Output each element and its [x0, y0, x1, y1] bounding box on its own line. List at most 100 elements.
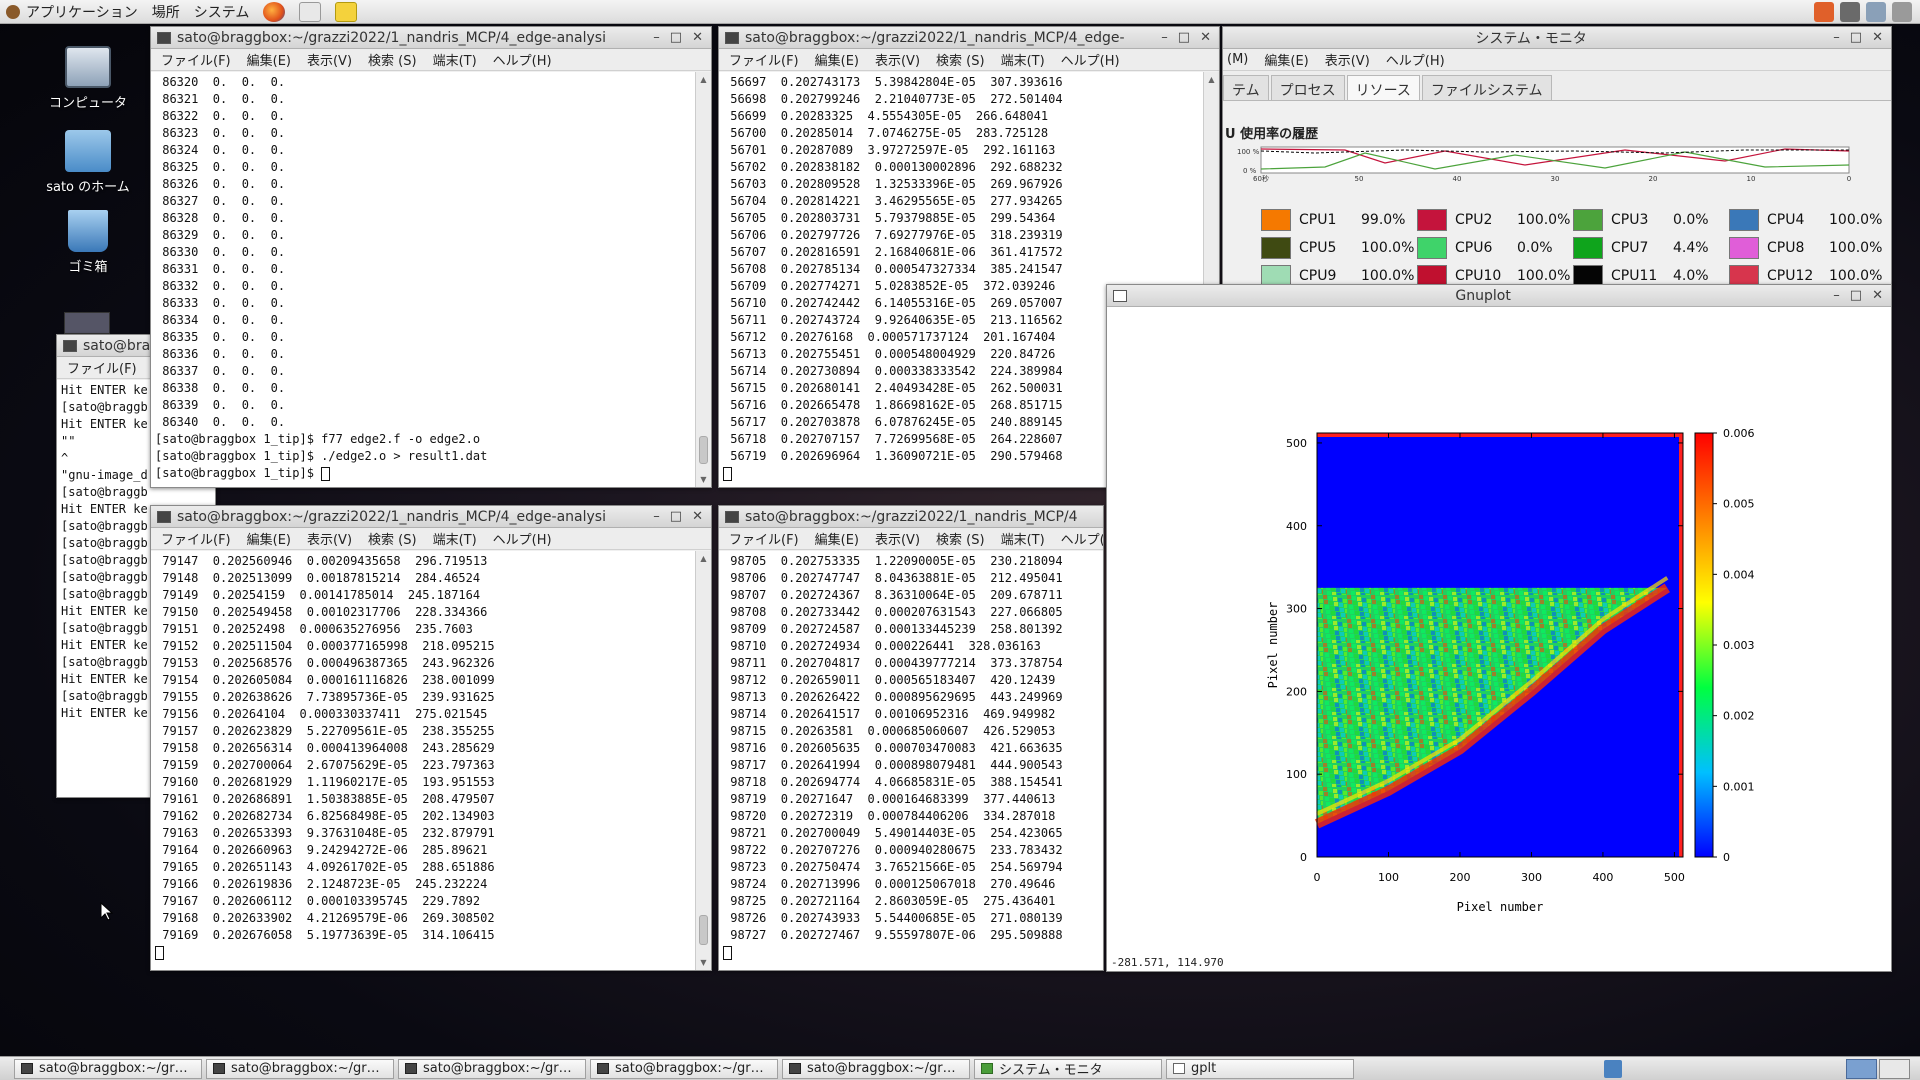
- menu-terminal[interactable]: 端末(T): [433, 50, 477, 69]
- scroll-up-arrow[interactable]: ▲: [698, 74, 709, 85]
- taskbar-button-terminal[interactable]: sato@braggbox:~/gr…: [590, 1058, 778, 1079]
- menu-edit[interactable]: 編集(E): [815, 529, 859, 548]
- menu-view[interactable]: 表示(V): [307, 50, 352, 69]
- menu-view[interactable]: 表示(V): [875, 529, 920, 548]
- cpu-color-swatch[interactable]: [1261, 237, 1291, 259]
- cpu-legend-item[interactable]: CPU6 0.0%: [1417, 237, 1573, 259]
- scroll-up-arrow[interactable]: ▲: [698, 553, 709, 564]
- cpu-legend-item[interactable]: CPU12 100.0%: [1729, 265, 1885, 285]
- workspace-2[interactable]: [1879, 1059, 1910, 1079]
- taskbar-button-terminal[interactable]: sato@braggbox:~/gr…: [398, 1058, 586, 1079]
- cpu-color-swatch[interactable]: [1417, 265, 1447, 285]
- menu-search[interactable]: 検索 (S): [368, 529, 417, 548]
- menu-file[interactable]: ファイル(F): [161, 529, 231, 548]
- terminal-window-1[interactable]: sato@braggbox:~/grazzi2022/1_nandris_MCP…: [150, 26, 712, 488]
- workspace-1[interactable]: [1846, 1059, 1877, 1079]
- desktop-icon-computer[interactable]: コンピュータ: [38, 46, 138, 111]
- menu-terminal[interactable]: 端末(T): [1001, 50, 1045, 69]
- maximize-button[interactable]: □: [1850, 30, 1862, 45]
- tab-processes[interactable]: プロセス: [1270, 75, 1345, 100]
- cpu-legend-item[interactable]: CPU5 100.0%: [1261, 237, 1417, 259]
- close-button[interactable]: ✕: [1872, 288, 1883, 303]
- cpu-legend-item[interactable]: CPU9 100.0%: [1261, 265, 1417, 285]
- cpu-color-swatch[interactable]: [1573, 265, 1603, 285]
- cpu-legend-item[interactable]: CPU1 99.0%: [1261, 209, 1417, 231]
- tab-resources[interactable]: リソース: [1346, 75, 1420, 100]
- menu-file[interactable]: ファイル(F): [67, 358, 137, 377]
- menu-search[interactable]: 検索 (S): [936, 50, 985, 69]
- volume-icon[interactable]: [1892, 2, 1912, 22]
- cpu-legend-item[interactable]: CPU4 100.0%: [1729, 209, 1885, 231]
- menu-help[interactable]: ヘルプ(H): [493, 529, 552, 548]
- minimize-button[interactable]: –: [653, 509, 660, 524]
- notes-icon[interactable]: [335, 1, 358, 22]
- tab-filesystems[interactable]: ファイルシステム: [1421, 75, 1552, 100]
- scroll-down-arrow[interactable]: ▼: [698, 957, 709, 968]
- menu-file[interactable]: ファイル(F): [161, 50, 231, 69]
- cpu-color-swatch[interactable]: [1573, 237, 1603, 259]
- cpu-color-swatch[interactable]: [1573, 209, 1603, 231]
- cpu-color-swatch[interactable]: [1261, 265, 1291, 285]
- terminal-window-3[interactable]: sato@braggbox:~/grazzi2022/1_nandris_MCP…: [150, 505, 712, 971]
- cpu-color-swatch[interactable]: [1729, 237, 1759, 259]
- scrollbar-thumb[interactable]: [699, 915, 708, 945]
- mail-icon[interactable]: [299, 1, 322, 22]
- vertical-scrollbar[interactable]: ▲ ▼: [695, 72, 711, 487]
- workspace-switcher[interactable]: [1846, 1059, 1910, 1079]
- minimize-button[interactable]: –: [1161, 30, 1168, 45]
- menu-help[interactable]: ヘルプ(H): [1061, 50, 1120, 69]
- scroll-down-arrow[interactable]: ▼: [698, 474, 709, 485]
- menu-help[interactable]: ヘルプ(H): [493, 50, 552, 69]
- menu-edit[interactable]: 編集(E): [1264, 50, 1308, 69]
- window-titlebar[interactable]: sato@braggbox:~/grazzi2022/1_nandris_MCP…: [719, 27, 1219, 49]
- menu-help[interactable]: ヘルプ(H): [1061, 529, 1103, 548]
- menu-edit[interactable]: 編集(E): [247, 529, 291, 548]
- desktop-icon-partial[interactable]: [64, 312, 110, 334]
- close-button[interactable]: ✕: [1200, 30, 1211, 45]
- terminal-output[interactable]: 86320 0. 0. 0. 86321 0. 0. 0. 86322 0. 0…: [151, 72, 695, 487]
- taskbar-button-terminal[interactable]: sato@braggbox:~/gr…: [206, 1058, 394, 1079]
- plot-canvas[interactable]: 0 0 100 100 200 200 300 300 400 400 500 500 Pixel nu…: [1107, 307, 1891, 971]
- menu-view[interactable]: 表示(V): [1325, 50, 1370, 69]
- update-notifier-icon[interactable]: [1814, 2, 1834, 22]
- taskbar-button-terminal[interactable]: sato@braggbox:~/gr…: [14, 1058, 202, 1079]
- menu-file[interactable]: ファイル(F): [729, 529, 799, 548]
- close-button[interactable]: ✕: [692, 509, 703, 524]
- menu-search[interactable]: 検索 (S): [368, 50, 417, 69]
- heatmap-plot[interactable]: 00100100200200300300400400500500Pixel nu…: [1107, 307, 1892, 947]
- firefox-icon[interactable]: [263, 1, 286, 22]
- scroll-up-arrow[interactable]: ▲: [1206, 74, 1217, 85]
- cpu-legend-item[interactable]: CPU7 4.4%: [1573, 237, 1729, 259]
- cpu-legend-item[interactable]: CPU11 4.0%: [1573, 265, 1729, 285]
- cpu-color-swatch[interactable]: [1417, 237, 1447, 259]
- tab-system[interactable]: テム: [1223, 75, 1269, 100]
- window-titlebar[interactable]: Gnuplot – □ ✕: [1107, 285, 1891, 307]
- system-monitor-window[interactable]: システム・モニタ – □ ✕ (M) 編集(E) 表示(V) ヘルプ(H) テム プ…: [1222, 26, 1892, 286]
- power-icon[interactable]: [1840, 2, 1860, 22]
- menu-view[interactable]: 表示(V): [307, 529, 352, 548]
- cpu-color-swatch[interactable]: [1729, 209, 1759, 231]
- menu-file[interactable]: ファイル(F): [729, 50, 799, 69]
- cpu-legend-item[interactable]: CPU3 0.0%: [1573, 209, 1729, 231]
- window-titlebar[interactable]: sato@braggbox:~/grazzi2022/1_nandris_MCP…: [151, 506, 711, 528]
- taskbar-button-system-monitor[interactable]: システム・モニタ: [974, 1058, 1162, 1079]
- window-titlebar[interactable]: sato@braggbox:~/grazzi2022/1_nandris_MCP…: [151, 27, 711, 49]
- menu-help[interactable]: ヘルプ(H): [1386, 50, 1445, 69]
- menu-edit[interactable]: 編集(E): [815, 50, 859, 69]
- network-icon[interactable]: [1866, 2, 1886, 22]
- desktop-icon-home[interactable]: sato のホーム: [38, 130, 138, 195]
- applications-menu[interactable]: アプリケーション: [6, 2, 138, 22]
- desktop-icon-trash[interactable]: ゴミ箱: [38, 210, 138, 275]
- menu-terminal[interactable]: 端末(T): [1001, 529, 1045, 548]
- maximize-button[interactable]: □: [1178, 30, 1190, 45]
- cpu-legend-item[interactable]: CPU2 100.0%: [1417, 209, 1573, 231]
- system-menu[interactable]: システム: [194, 2, 250, 22]
- cpu-legend-item[interactable]: CPU8 100.0%: [1729, 237, 1885, 259]
- taskbar-button-terminal[interactable]: sato@braggbox:~/gr…: [782, 1058, 970, 1079]
- menu-search[interactable]: 検索 (S): [936, 529, 985, 548]
- terminal-output[interactable]: 98705 0.202753335 1.22090005E-05 230.218…: [719, 551, 1103, 970]
- scrollbar-thumb[interactable]: [699, 436, 708, 464]
- menu-edit[interactable]: 編集(E): [247, 50, 291, 69]
- close-button[interactable]: ✕: [692, 30, 703, 45]
- maximize-button[interactable]: □: [1850, 288, 1862, 303]
